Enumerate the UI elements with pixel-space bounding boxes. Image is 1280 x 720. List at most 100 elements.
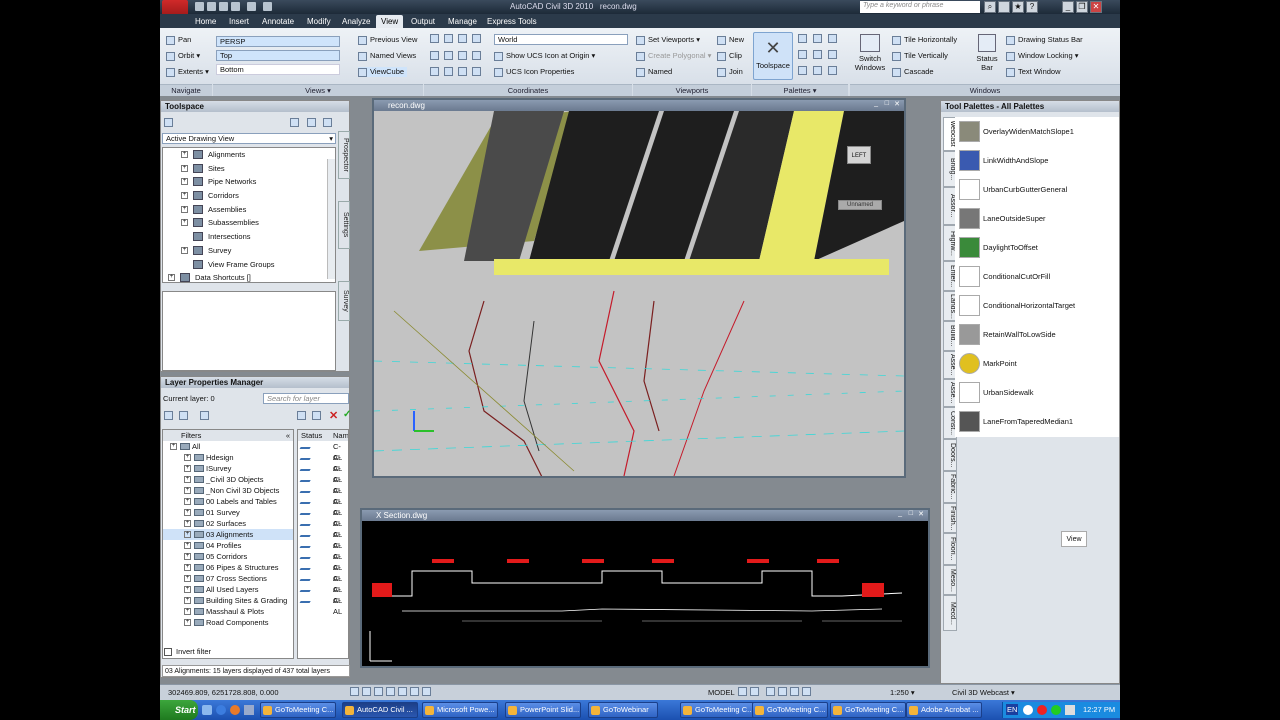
tree-item-alignments[interactable]: + Alignments: [163, 148, 335, 162]
favorites-icon[interactable]: ★: [1012, 1, 1024, 13]
expand-icon[interactable]: +: [184, 498, 191, 505]
new-icon[interactable]: [195, 2, 204, 11]
drawing-status-bar-toggle[interactable]: Drawing Status Bar: [1006, 35, 1083, 45]
tab-annotate[interactable]: Annotate: [257, 15, 299, 28]
drawing-title[interactable]: recon.dwg: [374, 100, 904, 111]
palette-tool-item[interactable]: ConditionalCutOrFill: [955, 262, 1135, 291]
layers-palette-icon[interactable]: [828, 50, 837, 59]
windows-panel-title[interactable]: Windows: [850, 84, 1120, 96]
views-panel-title[interactable]: Views ▾: [213, 84, 423, 96]
palette-tool-item[interactable]: LaneOutsideSuper: [955, 204, 1135, 233]
tab-insert[interactable]: Insert: [224, 15, 254, 28]
layer-filter-item[interactable]: +00 Labels and Tables: [163, 496, 293, 507]
layer-filter-item[interactable]: + Masshaul & Plots: [163, 606, 293, 617]
extents-button[interactable]: Extents ▾: [166, 67, 209, 77]
tool-palettes-icon[interactable]: [828, 34, 837, 43]
taskbar-button[interactable]: GoToMeeting C...: [680, 702, 756, 718]
palette-tab[interactable]: Mecd...: [943, 595, 957, 631]
tray-alert-icon[interactable]: [1037, 705, 1047, 715]
palette-tool-item[interactable]: DaylightToOffset: [955, 233, 1135, 262]
expand-icon[interactable]: +: [184, 520, 191, 527]
viewcube[interactable]: LEFT: [847, 146, 871, 164]
tree-item-view-frame-groups[interactable]: View Frame Groups: [163, 258, 335, 272]
palette-tab[interactable]: Doors...: [943, 439, 957, 471]
new-layer-vp-frozen-icon[interactable]: [312, 411, 321, 420]
otrack-icon[interactable]: [410, 687, 419, 696]
tab-view[interactable]: View: [376, 15, 404, 28]
tile-vertically-button[interactable]: Tile Vertically: [892, 51, 948, 61]
toolspace-view-selector[interactable]: Active Drawing View ▾: [162, 133, 336, 144]
expand-icon[interactable]: +: [184, 542, 191, 549]
layer-row[interactable]: C-AL: [298, 595, 348, 616]
layer-row[interactable]: C-AL: [298, 463, 348, 484]
external-refs-icon[interactable]: [828, 66, 837, 75]
tree-item-data-shortcuts[interactable]: + Data Shortcuts []: [163, 271, 335, 282]
expand-icon[interactable]: +: [184, 619, 191, 626]
layer-row[interactable]: C-AL: [298, 540, 348, 561]
coordinates-panel-title[interactable]: Coordinates: [424, 84, 632, 96]
tool-palettes-title[interactable]: Tool Palettes - All Palettes: [941, 101, 1119, 112]
expand-icon[interactable]: +: [184, 586, 191, 593]
viewcube-toggle[interactable]: ViewCube: [358, 67, 408, 77]
drawing-close-icon[interactable]: ✕: [894, 100, 900, 108]
layer-row[interactable]: C-AL: [298, 485, 348, 506]
tree-item-survey[interactable]: + Survey: [163, 244, 335, 258]
clip-viewport-button[interactable]: Clip: [717, 51, 742, 61]
previous-view-button[interactable]: Previous View: [358, 35, 417, 45]
tray-icon[interactable]: [1023, 705, 1033, 715]
palette-tab[interactable]: Floori...: [943, 533, 957, 565]
palette-tool-item[interactable]: RetainWallToLowSide: [955, 320, 1135, 349]
steeringwheel-icon[interactable]: [790, 687, 799, 696]
palette-tool-item[interactable]: UrbanCurbGutterGeneral: [955, 175, 1135, 204]
layer-row[interactable]: C-AL: [298, 474, 348, 495]
tab-settings[interactable]: Settings: [338, 201, 350, 249]
layer-filter-item[interactable]: +02 Surfaces: [163, 518, 293, 529]
show-ucs-icon-button[interactable]: Show UCS Icon at Origin ▾: [494, 51, 595, 61]
restore-button[interactable]: ❐: [1076, 1, 1088, 13]
dbconnect-icon[interactable]: [813, 66, 822, 75]
tab-express-tools[interactable]: Express Tools: [482, 15, 542, 28]
open-icon[interactable]: [207, 2, 216, 11]
sheet-set-icon[interactable]: [813, 34, 822, 43]
model-icon[interactable]: [738, 687, 747, 696]
named-viewports-button[interactable]: Named: [636, 67, 672, 77]
workspace-switcher[interactable]: Civil 3D Webcast ▾: [952, 688, 1015, 697]
tab-prospector[interactable]: Prospector: [338, 131, 350, 179]
name-column-header[interactable]: Nam: [333, 430, 348, 441]
expand-icon[interactable]: +: [184, 465, 191, 472]
layer-filter-item[interactable]: +05 Corridors: [163, 551, 293, 562]
layer-filter-item[interactable]: + Road Components: [163, 617, 293, 628]
ucs-3point-icon[interactable]: [430, 67, 439, 76]
layer-row[interactable]: C-AL: [298, 562, 348, 583]
tab-modify[interactable]: Modify: [302, 15, 336, 28]
view-bottom[interactable]: Bottom: [216, 64, 340, 75]
help-icon[interactable]: ?: [1026, 1, 1038, 13]
osnap-icon[interactable]: [398, 687, 407, 696]
text-window-button[interactable]: Text Window: [1006, 67, 1061, 77]
layer-filter-item[interactable]: + All Used Layers: [163, 584, 293, 595]
toolspace-scrollbar[interactable]: [327, 159, 335, 279]
orbit-button[interactable]: Orbit ▾: [166, 51, 200, 61]
layer-filter-item[interactable]: + ISurvey: [163, 463, 293, 474]
firefox-icon[interactable]: [230, 705, 240, 715]
communication-center-icon[interactable]: [998, 1, 1010, 13]
xsection-close-icon[interactable]: ✕: [918, 510, 924, 518]
expand-icon[interactable]: +: [184, 487, 191, 494]
internet-explorer-icon[interactable]: [216, 705, 226, 715]
pan-button[interactable]: Pan: [166, 35, 191, 45]
layer-row[interactable]: C-AL: [298, 529, 348, 550]
showmotion-icon[interactable]: [802, 687, 811, 696]
show-desktop-icon[interactable]: [202, 705, 212, 715]
ucs-menu[interactable]: Unnamed: [838, 200, 882, 210]
new-layer-icon[interactable]: [297, 411, 306, 420]
layer-row[interactable]: C-AL: [298, 452, 348, 473]
expand-icon[interactable]: +: [184, 531, 191, 538]
ucs-previous-icon[interactable]: [458, 34, 467, 43]
taskbar-button[interactable]: GoToMeeting C...: [830, 702, 906, 718]
layer-filter-item[interactable]: +03 Alignments: [163, 529, 293, 540]
taskbar-button[interactable]: Adobe Acrobat ...: [906, 702, 982, 718]
view-persp[interactable]: PERSP: [216, 36, 340, 47]
status-bar-button[interactable]: Status Bar: [972, 32, 1002, 80]
drawing-maximize-icon[interactable]: □: [885, 100, 889, 107]
pan-icon[interactable]: [766, 687, 775, 696]
